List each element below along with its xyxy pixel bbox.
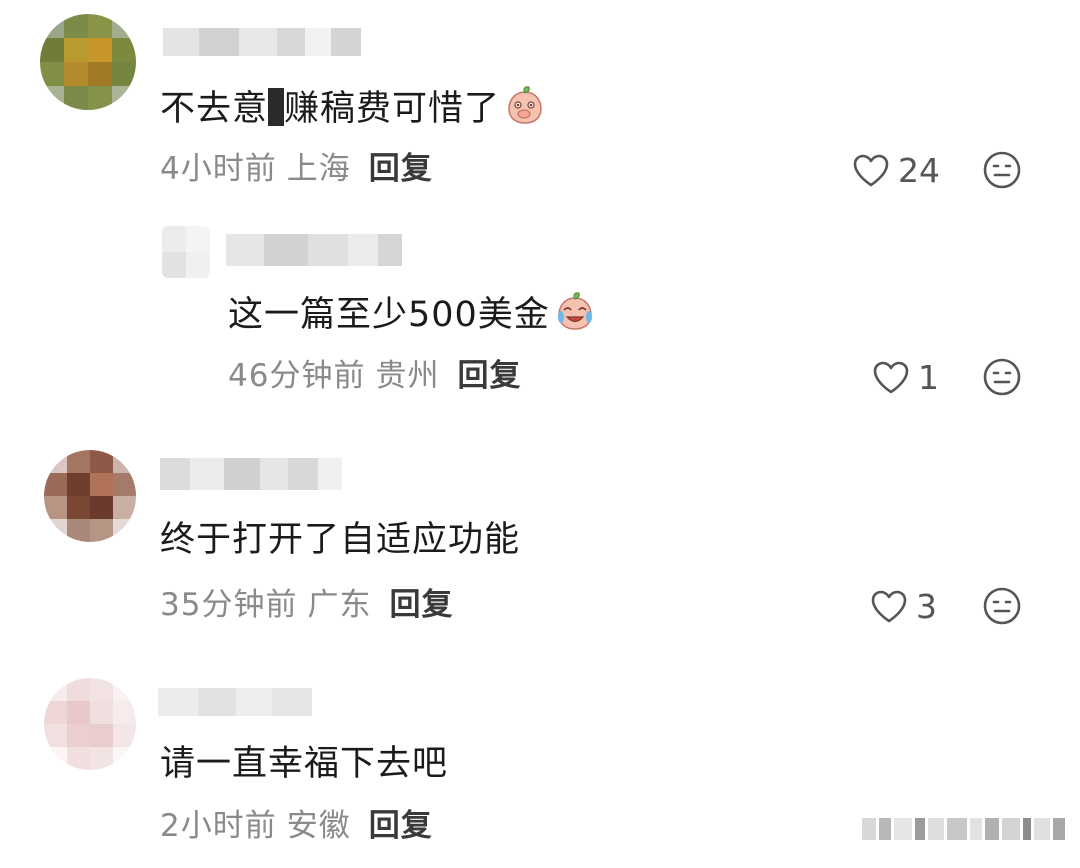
peach-crying-laughing-emoji — [557, 292, 592, 330]
comment-text: 终于打开了自适应功能 — [160, 518, 520, 562]
comment-text-content: 这一篇至少500美金 — [228, 295, 550, 335]
comment-text: 这一篇至少500美金 — [228, 290, 596, 337]
like-count: 3 — [916, 586, 937, 626]
comment-time: 35分钟前 — [160, 587, 298, 623]
avatar[interactable] — [162, 226, 210, 278]
neutral-face-icon[interactable] — [980, 148, 1024, 192]
like-button[interactable]: 1 — [872, 355, 939, 399]
comment-location: 上海 — [286, 151, 351, 187]
reply-button[interactable]: 回复 — [369, 808, 433, 844]
username[interactable] — [163, 28, 361, 56]
comment-time: 2小时前 — [160, 808, 277, 844]
comment-text: 请一直幸福下去吧 — [160, 742, 448, 786]
comment-text-part-2: 赚稿费可惜了 — [284, 89, 501, 129]
reply-button[interactable]: 回复 — [369, 151, 433, 187]
comment-time: 46分钟前 — [228, 358, 366, 394]
comment-meta: 46分钟前 贵州 回复 — [228, 356, 521, 396]
comment-text-part-1: 不去意 — [160, 89, 269, 129]
neutral-face-icon[interactable] — [980, 584, 1024, 628]
avatar[interactable] — [44, 450, 136, 542]
reply-button[interactable]: 回复 — [457, 358, 521, 394]
watermark-mosaic — [862, 818, 1065, 840]
username[interactable] — [158, 688, 312, 716]
heart-outline-icon — [873, 361, 909, 394]
comment-meta: 35分钟前 广东 回复 — [160, 585, 453, 625]
like-button[interactable]: 24 — [852, 148, 940, 192]
peach-covering-mouth-emoji — [508, 86, 542, 124]
like-button[interactable]: 3 — [870, 584, 937, 628]
comment-location: 广东 — [307, 587, 372, 623]
neutral-face-icon[interactable] — [980, 355, 1024, 399]
comment-location: 贵州 — [375, 358, 440, 394]
comment-text: 不去意 赚稿费可惜了 — [160, 84, 546, 131]
comment-text-content: 请一直幸福下去吧 — [160, 744, 449, 784]
heart-outline-icon — [871, 590, 907, 623]
comment-location: 安徽 — [286, 808, 351, 844]
avatar[interactable] — [44, 678, 136, 770]
heart-outline-icon — [853, 154, 889, 187]
comment-meta: 2小时前 安徽 回复 — [160, 806, 433, 846]
comment-text-content: 终于打开了自适应功能 — [160, 520, 521, 560]
avatar[interactable] — [40, 14, 136, 110]
like-count: 1 — [918, 357, 939, 397]
username[interactable] — [226, 234, 402, 266]
comment-meta: 4小时前 上海 回复 — [160, 149, 433, 189]
reply-button[interactable]: 回复 — [389, 587, 453, 623]
redacted-character — [268, 88, 285, 126]
username[interactable] — [160, 458, 342, 490]
comment-time: 4小时前 — [160, 151, 277, 187]
like-count: 24 — [898, 150, 940, 190]
